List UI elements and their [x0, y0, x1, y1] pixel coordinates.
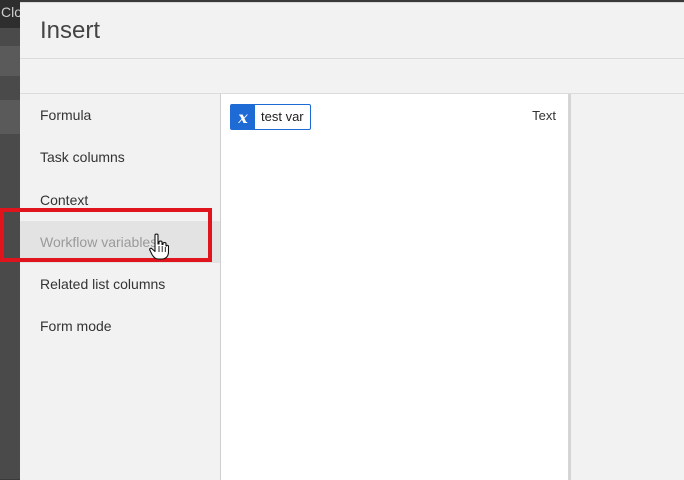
- dialog-title: Insert: [40, 17, 101, 44]
- divider: [20, 58, 684, 59]
- nav-item-formula[interactable]: Formula: [20, 94, 220, 136]
- variable-x-icon: x: [231, 105, 255, 129]
- nav-item-task-columns[interactable]: Task columns: [20, 136, 220, 178]
- variable-name: test var: [261, 109, 304, 124]
- variable-chip[interactable]: x test var: [230, 104, 311, 130]
- insert-category-nav: Formula Task columns Context Workflow va…: [20, 94, 220, 480]
- right-pane: [571, 94, 684, 480]
- background-band: [0, 100, 20, 134]
- background-band: [0, 46, 20, 76]
- highlight-box: [0, 208, 212, 262]
- nav-item-form-mode[interactable]: Form mode: [20, 305, 220, 347]
- variables-panel: x test var Text: [221, 94, 571, 480]
- nav-item-related-list-columns[interactable]: Related list columns: [20, 263, 220, 305]
- variable-type: Text: [532, 108, 556, 123]
- background-title: Clo: [1, 4, 20, 20]
